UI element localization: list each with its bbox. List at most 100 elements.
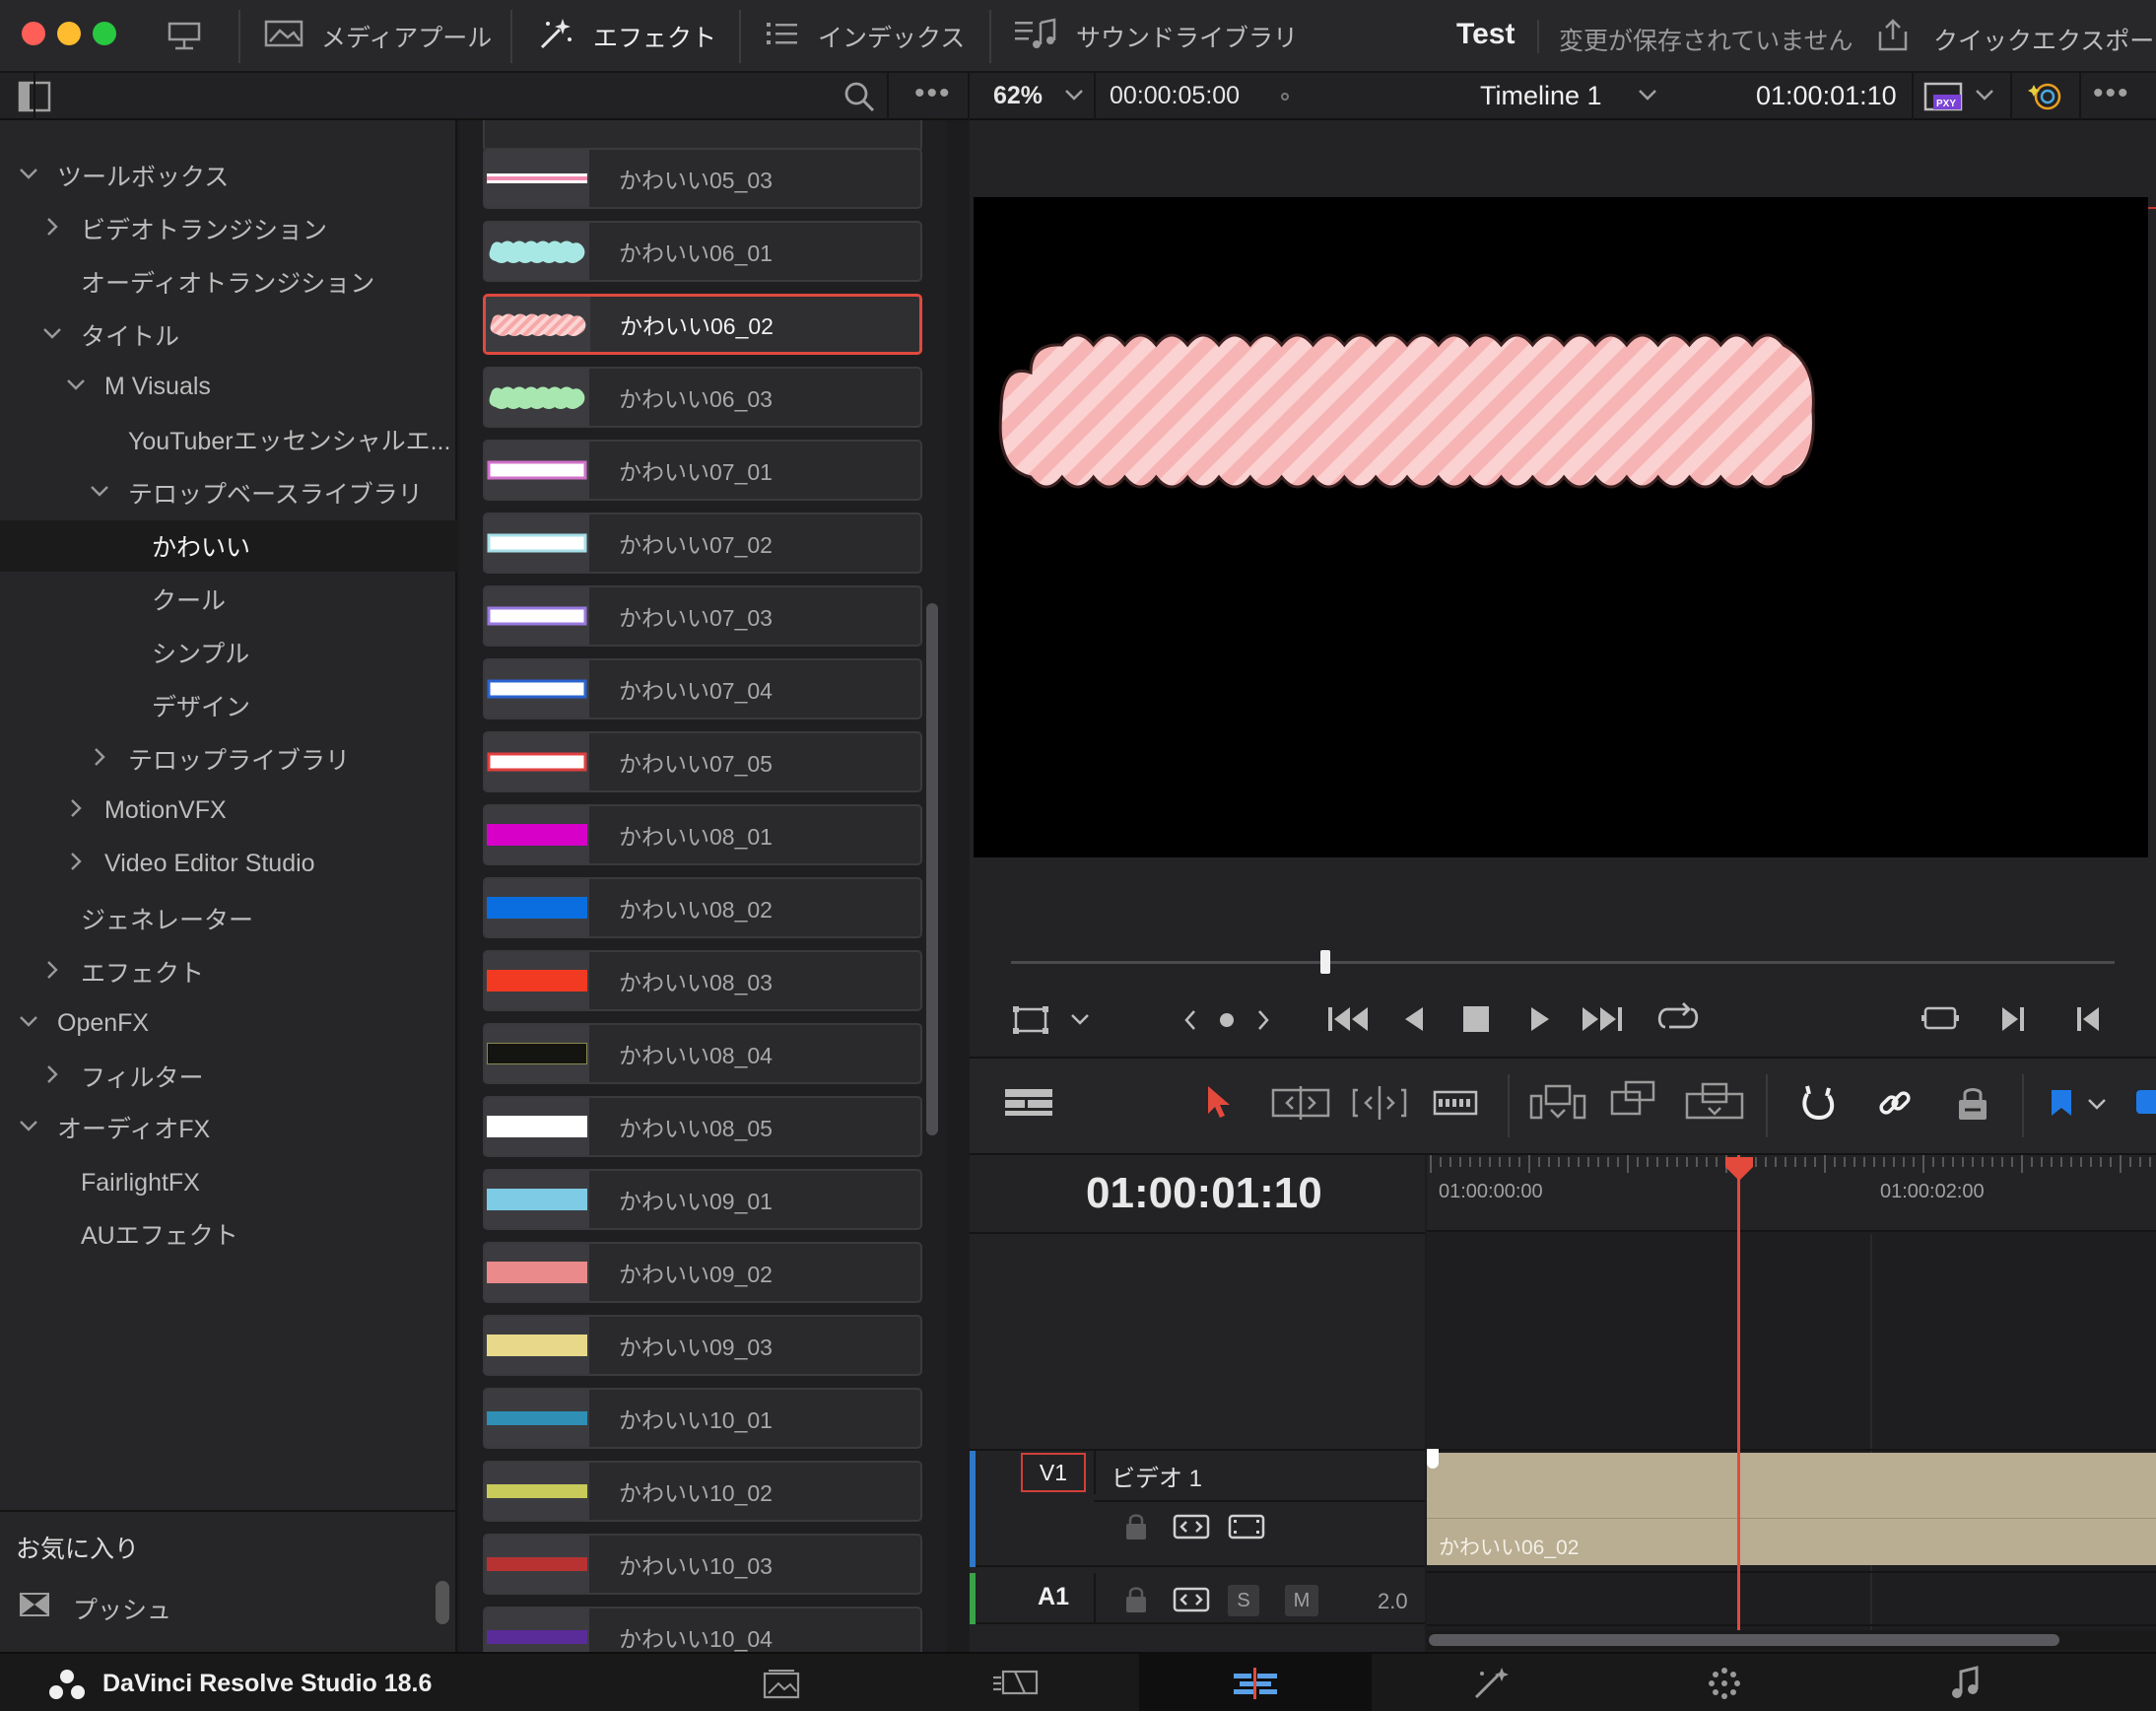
chevron-right-icon[interactable] <box>39 959 65 985</box>
effect-list-item[interactable]: かわいい09_02 <box>483 1242 922 1303</box>
fairlight-page-icon[interactable] <box>1949 1666 1981 1706</box>
sidebar-item[interactable]: クール <box>0 574 457 625</box>
effect-list-item[interactable]: かわいい06_01 <box>483 221 922 282</box>
close-window-button[interactable] <box>22 22 45 45</box>
effect-list-item[interactable]: かわいい10_01 <box>483 1388 922 1449</box>
effect-list-item[interactable]: かわいい10_04 <box>483 1607 922 1652</box>
sidebar-item[interactable]: FairlightFX <box>0 1157 457 1208</box>
chevron-down-icon[interactable] <box>16 163 41 188</box>
effect-list-item[interactable]: かわいい07_01 <box>483 440 922 501</box>
sidebar-item[interactable]: ジェネレーター <box>0 893 457 944</box>
tab-effects[interactable]: エフェクト <box>536 0 716 73</box>
zoom-window-button[interactable] <box>93 22 116 45</box>
timeline-view-options-icon[interactable] <box>1003 1086 1054 1125</box>
loop-icon[interactable] <box>1655 999 1701 1040</box>
sidebar-item[interactable]: OpenFX <box>0 997 457 1049</box>
timeline-playhead[interactable] <box>1737 1155 1740 1634</box>
auto-track-select-icon[interactable] <box>1173 1512 1210 1546</box>
minimize-window-button[interactable] <box>57 22 81 45</box>
overwrite-clip-icon[interactable] <box>1610 1080 1657 1127</box>
solo-button[interactable]: S <box>1228 1585 1259 1616</box>
play-reverse-icon[interactable] <box>1401 1003 1427 1040</box>
next-edit-icon[interactable] <box>1998 1003 2028 1040</box>
sidebar-item[interactable]: テロップベースライブラリ <box>0 467 457 518</box>
search-icon[interactable] <box>842 79 877 119</box>
effect-list-item[interactable]: かわいい06_03 <box>483 367 922 428</box>
position-lock-icon[interactable] <box>1955 1084 1990 1127</box>
tab-sound-library[interactable]: サウンドライブラリ <box>1013 0 1298 73</box>
go-to-start-icon[interactable] <box>1326 1003 1370 1040</box>
timeline-chevron-down-icon[interactable] <box>1638 87 1657 107</box>
sidebar-item[interactable]: ツールボックス <box>0 150 457 201</box>
blade-tool-icon[interactable] <box>1433 1086 1478 1125</box>
effect-list-item[interactable]: かわいい06_02 <box>483 294 922 355</box>
selection-tool-icon[interactable] <box>1204 1084 1234 1127</box>
favorite-item-push[interactable]: プッシュ <box>73 1591 171 1626</box>
quick-export-button[interactable]: クイックエクスポート <box>1933 22 2156 57</box>
proxy-chevron-down-icon[interactable] <box>1975 87 1994 107</box>
video-track-name[interactable]: ビデオ 1 <box>1112 1459 1202 1493</box>
audio-track-lock-icon[interactable] <box>1123 1585 1149 1619</box>
chevron-right-icon[interactable] <box>87 746 112 772</box>
timeline-name[interactable]: Timeline 1 <box>1480 81 1602 111</box>
play-icon[interactable] <box>1527 1003 1553 1040</box>
effect-list-item[interactable]: かわいい08_02 <box>483 877 922 938</box>
effect-list-item[interactable]: かわいい07_02 <box>483 513 922 574</box>
chevron-right-icon[interactable] <box>63 851 89 876</box>
fusion-page-icon[interactable] <box>1470 1666 1514 1706</box>
sidebar-item[interactable]: エフェクト <box>0 946 457 997</box>
chevron-right-icon[interactable] <box>39 216 65 241</box>
chevron-down-icon[interactable] <box>16 1115 41 1140</box>
effect-list-item[interactable]: かわいい09_01 <box>483 1169 922 1230</box>
viewer-scrub-bar[interactable] <box>1011 961 2115 964</box>
clip-in-handle[interactable] <box>1427 1449 1439 1469</box>
effect-list-item[interactable]: かわいい08_05 <box>483 1096 922 1157</box>
zoom-level[interactable]: 62% <box>993 82 1043 110</box>
sidebar-item[interactable]: AUエフェクト <box>0 1208 457 1260</box>
chevron-down-icon[interactable] <box>16 1010 41 1036</box>
replace-clip-icon[interactable] <box>1685 1080 1744 1127</box>
color-page-icon[interactable] <box>1707 1666 1742 1706</box>
more-options-icon[interactable]: ••• <box>914 77 952 110</box>
effect-list-item[interactable]: かわいい07_04 <box>483 658 922 719</box>
stop-icon[interactable] <box>1462 1005 1490 1038</box>
chevron-down-icon[interactable] <box>87 480 112 506</box>
marker-color-icon[interactable] <box>2136 1090 2156 1114</box>
sidebar-item[interactable]: シンプル <box>0 627 457 678</box>
track-lock-icon[interactable] <box>1123 1512 1149 1546</box>
proxy-icon[interactable]: PXY <box>1923 81 1963 117</box>
list-scrollbar-thumb[interactable] <box>926 603 938 1135</box>
timeline-scrollbar-thumb[interactable] <box>1429 1634 2059 1646</box>
effect-list-item[interactable]: かわいい08_03 <box>483 950 922 1011</box>
chevron-right-icon[interactable] <box>63 797 89 823</box>
jog-control-icon[interactable] <box>1182 1005 1271 1040</box>
workspace-layout-icon[interactable] <box>168 22 201 56</box>
sidebar-item[interactable]: オーディオFX <box>0 1102 457 1153</box>
effect-list-item[interactable]: かわいい10_03 <box>483 1534 922 1595</box>
sidebar-item[interactable]: デザイン <box>0 680 457 731</box>
trim-edit-tool-icon[interactable] <box>1271 1084 1330 1127</box>
scrollbar-thumb[interactable] <box>436 1581 449 1624</box>
effect-list-item[interactable]: かわいい10_02 <box>483 1461 922 1522</box>
transform-icon[interactable] <box>1011 1003 1050 1042</box>
dynamic-trim-tool-icon[interactable] <box>1352 1084 1407 1127</box>
sidebar-item[interactable]: タイトル <box>0 309 457 361</box>
tab-media-pool[interactable]: メディアプール <box>264 0 492 73</box>
edit-page-icon[interactable] <box>1232 1668 1279 1704</box>
disable-video-track-icon[interactable] <box>1228 1512 1265 1546</box>
effect-list-item[interactable]: かわいい07_03 <box>483 585 922 647</box>
cut-page-icon[interactable] <box>991 1668 1041 1704</box>
scrub-playhead[interactable] <box>1320 950 1330 974</box>
effect-list-item[interactable]: かわいい07_05 <box>483 731 922 792</box>
linked-selection-icon[interactable] <box>1876 1084 1914 1127</box>
snapping-magnet-icon[interactable] <box>1799 1082 1837 1127</box>
chevron-right-icon[interactable] <box>39 1063 65 1089</box>
playhead-marker-icon[interactable] <box>1723 1155 1755 1188</box>
sidebar-item[interactable]: オーディオトランジション <box>0 256 457 308</box>
chevron-down-icon[interactable] <box>1064 87 1084 107</box>
sidebar-item[interactable]: フィルター <box>0 1051 457 1102</box>
viewer-more-options-icon[interactable]: ••• <box>2093 77 2130 110</box>
track-destination-a1[interactable]: A1 <box>1021 1577 1086 1616</box>
flag-marker-icon[interactable] <box>2050 1088 2073 1123</box>
title-clip[interactable]: かわいい06_02 <box>1427 1453 2156 1565</box>
